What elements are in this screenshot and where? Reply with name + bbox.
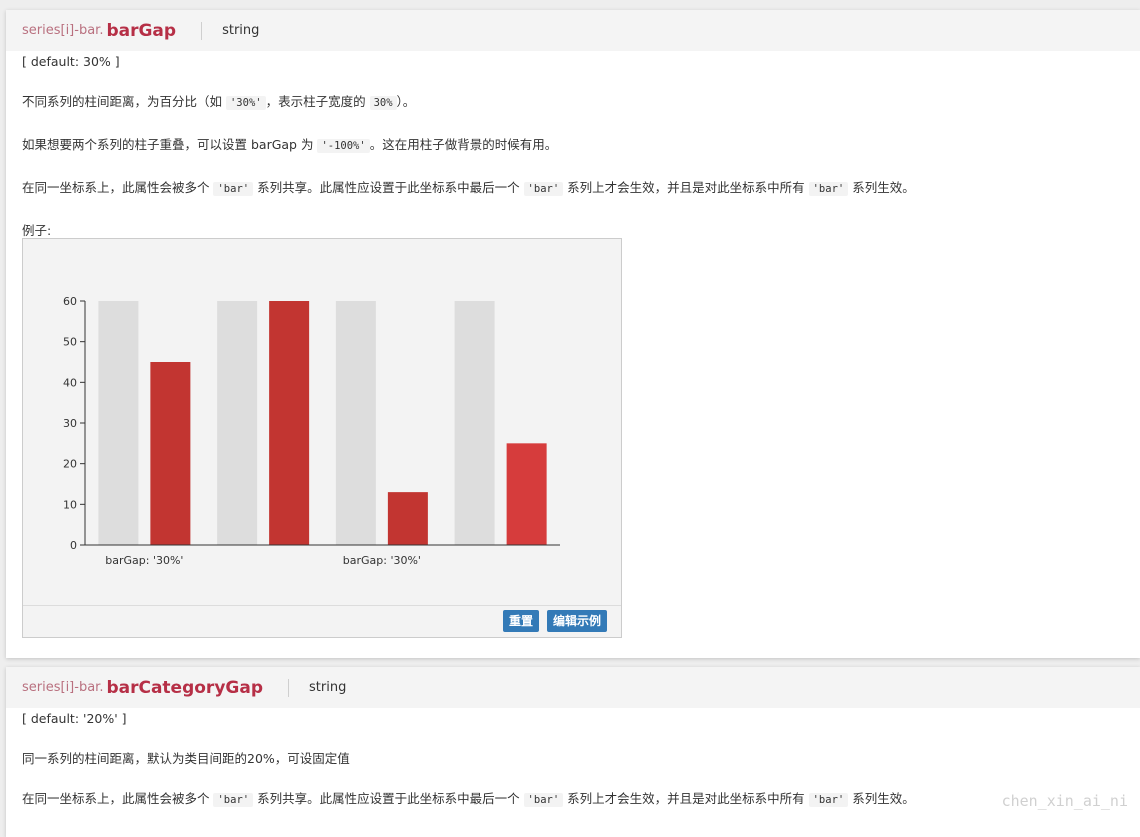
inline-code: 'bar' [523,793,564,807]
default-value: [ default: '20%' ] [22,711,127,726]
bar-rect [98,301,139,545]
description-paragraph: 在同一坐标系上，此属性会被多个 'bar' 系列共享。此属性应设置于此坐标系中最… [22,791,915,807]
property-prefix: series[i]-bar. [22,680,104,695]
bar-rect [506,443,547,545]
inline-code: '30%' [225,96,266,110]
inline-code: 'bar' [213,793,254,807]
header-divider [288,678,289,697]
description-paragraph: 如果想要两个系列的柱子重叠，可以设置 barGap 为 '-100%' 。这在用柱… [22,137,558,153]
property-prefix: series[i]-bar. [22,23,104,38]
y-tick-label: 30 [63,417,77,430]
property-type: string [309,680,347,695]
description-paragraph: 不同系列的柱间距离，为百分比（如 '30%' ，表示柱子宽度的 30%）。 [22,94,416,110]
bar-rect [150,362,191,545]
description-paragraph: 在同一坐标系上，此属性会被多个 'bar' 系列共享。此属性应设置于此坐标系中最… [22,180,915,196]
bar-chart: 0 10 20 30 40 50 60 barGap: '30%' barGap: '30%' [63,295,560,567]
property-name[interactable]: barGap [106,21,176,41]
description-paragraph: 同一系列的柱间距离，默认为类目间距的20%，可设固定值 [22,751,350,766]
property-type: string [222,23,260,38]
doc-card-bargap: series[i]-bar. barGap string [ default: … [6,10,1140,658]
inline-code: 'bar' [213,182,254,196]
inline-code: 30% [369,96,397,110]
default-value: [ default: 30% ] [22,54,120,69]
bar-rect [454,301,495,545]
y-tick-label: 10 [63,498,77,511]
bar-rect [387,492,428,545]
property-name[interactable]: barCategoryGap [106,678,263,698]
inline-code: 'bar' [523,182,564,196]
x-category-label: barGap: '30%' [343,554,421,567]
inline-code: '-100%' [317,139,370,153]
y-tick-label: 20 [63,458,77,471]
bar-rect [269,301,310,545]
x-category-label: barGap: '30%' [105,554,183,567]
demo-toolbar: 重置 编辑示例 [23,605,621,637]
doc-card-barcategorygap: series[i]-bar. barCategoryGap string [ d… [6,667,1140,837]
property-header: series[i]-bar. barCategoryGap string [6,667,1140,708]
inline-code: 'bar' [808,182,849,196]
edit-example-button[interactable]: 编辑示例 [546,610,607,632]
watermark: chen_xin_ai_ni [1001,792,1128,810]
y-tick-label: 50 [63,336,77,349]
property-header: series[i]-bar. barGap string [6,10,1140,51]
y-tick-label: 60 [63,295,77,308]
reset-button[interactable]: 重置 [502,610,539,632]
y-tick-label: 0 [70,539,77,552]
inline-code: 'bar' [808,793,849,807]
bar-rect [217,301,258,545]
bar-rect [335,301,376,545]
y-tick-label: 40 [63,376,77,389]
example-demo-panel: 0 10 20 30 40 50 60 barGap: '30%' barGap: '30%' … [22,238,622,638]
header-divider [201,21,203,40]
